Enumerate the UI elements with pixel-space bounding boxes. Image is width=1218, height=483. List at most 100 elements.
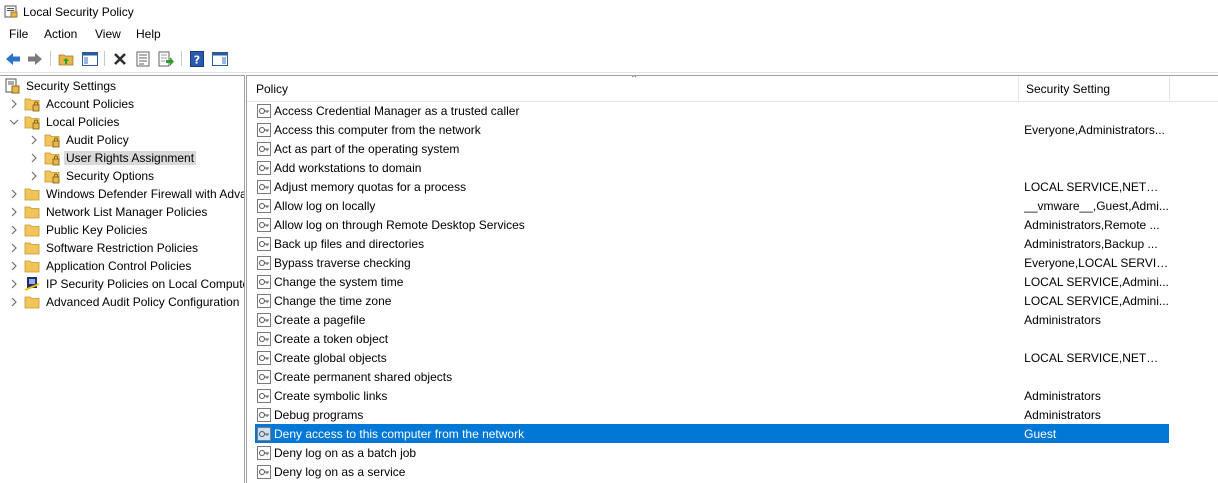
table-row[interactable]: Debug programs Administrators (255, 405, 1169, 424)
tree-item[interactable]: IP Security Policies on Local Compute (8, 275, 244, 293)
policy-icon (257, 369, 271, 384)
table-row[interactable]: Deny log on as a service (255, 462, 1169, 481)
table-row[interactable]: Create a pagefile Administrators (255, 310, 1169, 329)
folder-icon (24, 188, 40, 201)
folder-icon (24, 260, 40, 273)
show-hide-action-pane-button[interactable] (210, 49, 230, 69)
chevron-right-icon[interactable] (8, 260, 20, 272)
table-row[interactable]: Create symbolic links Administrators (255, 386, 1169, 405)
chevron-right-icon[interactable] (28, 134, 40, 146)
table-row[interactable]: Change the time zone LOCAL SERVICE,Admini… (255, 291, 1169, 310)
folder-icon (24, 224, 40, 237)
menu-view[interactable]: View (95, 27, 121, 41)
help-button[interactable]: ? (187, 49, 207, 69)
chevron-right-icon[interactable] (8, 206, 20, 218)
tree-item-label: Audit Policy (66, 133, 129, 147)
policy-name: Allow log on locally (274, 198, 376, 213)
chevron-right-icon[interactable] (28, 170, 40, 182)
tree-item-label: Network List Manager Policies (46, 205, 208, 219)
policy-icon (257, 255, 271, 270)
delete-icon (114, 53, 126, 65)
ip-security-icon (24, 277, 40, 291)
export-list-button[interactable] (156, 49, 176, 69)
help-icon: ? (190, 51, 204, 67)
tree-item[interactable]: Audit Policy (28, 131, 131, 149)
folder-icon (24, 206, 40, 219)
table-row[interactable]: Adjust memory quotas for a process LOCAL … (255, 177, 1169, 196)
column-header-policy[interactable]: Policy (256, 82, 288, 96)
tree-item-label: Security Settings (26, 79, 117, 93)
policy-icon (257, 464, 271, 479)
policy-folder-icon (44, 170, 60, 184)
security-setting-value: Administrators (1024, 312, 1101, 327)
policy-name: Change the time zone (274, 293, 392, 308)
chevron-right-icon[interactable] (8, 296, 20, 308)
security-setting-value: Administrators,Backup ... (1024, 236, 1158, 251)
tree-item[interactable]: Security Options (28, 167, 156, 185)
properties-button[interactable] (133, 49, 153, 69)
show-hide-console-tree-button[interactable] (80, 49, 100, 69)
policy-folder-icon (44, 152, 60, 166)
tree-item-label: Software Restriction Policies (46, 241, 199, 255)
tree-item-label: Advanced Audit Policy Configuration (46, 295, 240, 309)
security-setting-value: LOCAL SERVICE,NETWO... (1024, 350, 1169, 365)
policy-name: Deny log on as a service (274, 464, 406, 479)
table-row[interactable]: Allow log on through Remote Desktop Serv… (255, 215, 1169, 234)
tree-item-label: Local Policies (46, 115, 120, 129)
chevron-right-icon[interactable] (28, 152, 40, 164)
chevron-right-icon[interactable] (8, 224, 20, 236)
table-row[interactable]: Access Credential Manager as a trusted c… (255, 101, 1169, 120)
console-tree: Security Settings Account Policies Local P… (0, 75, 245, 483)
table-row[interactable]: Act as part of the operating system (255, 139, 1169, 158)
chevron-right-icon[interactable] (8, 188, 20, 200)
policy-icon (257, 141, 271, 156)
policy-name: Create a token object (274, 331, 389, 346)
policy-icon (257, 274, 271, 289)
tree-item[interactable]: Network List Manager Policies (8, 203, 209, 221)
tree-item[interactable]: Local Policies (8, 113, 121, 131)
menu-action[interactable]: Action (44, 27, 77, 41)
policy-name: Change the system time (274, 274, 404, 289)
security-setting-value: Guest (1024, 426, 1057, 441)
tree-item[interactable]: Account Policies (8, 95, 136, 113)
menu-file[interactable]: File (9, 27, 28, 41)
show-hide-action-pane-icon (212, 52, 228, 66)
policy-icon (257, 445, 271, 460)
tree-item[interactable]: Public Key Policies (8, 221, 149, 239)
svg-text:?: ? (194, 54, 200, 67)
table-row[interactable]: Deny access to this computer from the ne… (255, 424, 1169, 443)
table-row[interactable]: Change the system time LOCAL SERVICE,Admi… (255, 272, 1169, 291)
tree-item[interactable]: Windows Defender Firewall with Adva (8, 185, 244, 203)
table-row[interactable]: Back up files and directories Administrat… (255, 234, 1169, 253)
chevron-right-icon[interactable] (8, 98, 20, 110)
tree-item[interactable]: Application Control Policies (8, 257, 193, 275)
chevron-right-icon[interactable] (8, 278, 20, 290)
table-row[interactable]: Bypass traverse checking Everyone,LOCAL S… (255, 253, 1169, 272)
back-button[interactable] (3, 49, 23, 69)
chevron-down-icon[interactable] (8, 116, 20, 128)
policy-name: Back up files and directories (274, 236, 425, 251)
policy-list-view: ⌃ Policy Security Setting Access Credent… (246, 75, 1218, 483)
table-row[interactable]: Deny log on as a batch job (255, 443, 1169, 462)
up-one-level-button[interactable] (56, 49, 76, 69)
policy-name: Deny log on as a batch job (274, 445, 417, 460)
table-row[interactable]: Access this computer from the network Eve… (255, 120, 1169, 139)
forward-button[interactable] (25, 49, 45, 69)
export-list-icon (158, 51, 174, 67)
tree-item[interactable]: User Rights Assignment (28, 149, 197, 167)
policy-name: Allow log on through Remote Desktop Serv… (274, 217, 525, 232)
table-row[interactable]: Allow log on locally __vmware__,Guest,Adm… (255, 196, 1169, 215)
tree-item[interactable]: Security Settings (4, 77, 118, 95)
back-arrow-icon (6, 53, 20, 65)
table-row[interactable]: Add workstations to domain (255, 158, 1169, 177)
column-header-security-setting[interactable]: Security Setting (1026, 82, 1110, 96)
delete-button[interactable] (110, 49, 130, 69)
tree-item[interactable]: Software Restriction Policies (8, 239, 200, 257)
table-row[interactable]: Create global objects LOCAL SERVICE,NETWO… (255, 348, 1169, 367)
table-row[interactable]: Create a token object (255, 329, 1169, 348)
tree-item[interactable]: Advanced Audit Policy Configuration (8, 293, 241, 311)
chevron-right-icon[interactable] (8, 242, 20, 254)
policy-name: Debug programs (274, 407, 364, 422)
table-row[interactable]: Create permanent shared objects (255, 367, 1169, 386)
menu-help[interactable]: Help (136, 27, 161, 41)
